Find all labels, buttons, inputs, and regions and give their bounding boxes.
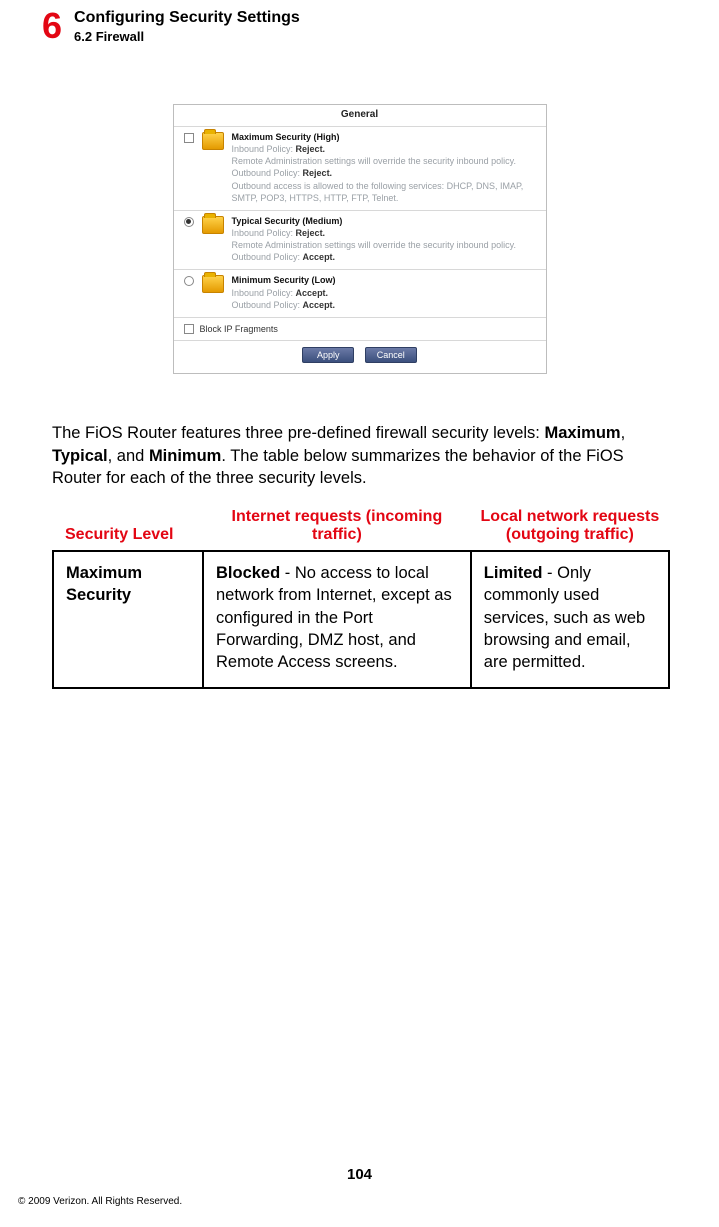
bold-typical: Typical	[52, 447, 108, 465]
value-outbound: Reject.	[303, 168, 333, 178]
option-title: Minimum Security (Low)	[232, 274, 536, 286]
body-paragraph: The FiOS Router features three pre-defin…	[0, 374, 719, 490]
bold-maximum: Maximum	[544, 424, 620, 442]
folder-icon	[202, 216, 224, 234]
copyright: © 2009 Verizon. All Rights Reserved.	[18, 1196, 182, 1207]
value-inbound: Reject.	[296, 144, 326, 154]
option-title: Maximum Security (High)	[232, 131, 536, 143]
option-body: Typical Security (Medium) Inbound Policy…	[232, 215, 536, 264]
text: , and	[108, 447, 149, 465]
label-inbound: Inbound Policy:	[232, 144, 296, 154]
security-levels-table: Security Level Internet requests (incomi…	[52, 508, 670, 689]
note-remote-admin: Remote Administration settings will over…	[232, 155, 536, 167]
label-outbound: Outbound Policy:	[232, 300, 303, 310]
radio-minimum[interactable]	[184, 276, 194, 286]
firewall-settings-panel: General Maximum Security (High) Inbound …	[173, 104, 547, 374]
option-body: Minimum Security (Low) Inbound Policy: A…	[232, 274, 536, 310]
bold-limited: Limited	[484, 564, 543, 582]
table-row: Maximum Security Blocked - No access to …	[53, 551, 669, 688]
table-header-row: Security Level Internet requests (incomi…	[53, 508, 669, 551]
security-option-minimum[interactable]: Minimum Security (Low) Inbound Policy: A…	[174, 269, 546, 316]
value-inbound: Reject.	[296, 228, 326, 238]
panel-tab-general: General	[174, 105, 546, 126]
label-block-ip: Block IP Fragments	[200, 324, 278, 334]
cancel-button[interactable]: Cancel	[365, 347, 417, 363]
label-outbound: Outbound Policy:	[232, 252, 303, 262]
header-security-level: Security Level	[53, 508, 203, 551]
option-title: Typical Security (Medium)	[232, 215, 536, 227]
chapter-number: 6	[42, 8, 62, 44]
header-incoming: Internet requests (incoming traffic)	[203, 508, 471, 551]
chapter-title: Configuring Security Settings	[74, 9, 300, 27]
text: The FiOS Router features three pre-defin…	[52, 424, 544, 442]
header-text: Configuring Security Settings 6.2 Firewa…	[74, 8, 300, 44]
apply-button[interactable]: Apply	[302, 347, 354, 363]
value-inbound: Accept.	[296, 288, 329, 298]
page-number: 104	[0, 1166, 719, 1183]
checkbox-block-ip[interactable]	[184, 324, 194, 334]
option-body: Maximum Security (High) Inbound Policy: …	[232, 131, 536, 204]
text: ,	[621, 424, 626, 442]
label-inbound: Inbound Policy:	[232, 228, 296, 238]
value-outbound: Accept.	[303, 300, 336, 310]
bold-minimum: Minimum	[149, 447, 221, 465]
note-remote-admin: Remote Administration settings will over…	[232, 239, 536, 251]
label-inbound: Inbound Policy:	[232, 288, 296, 298]
page-header: 6 Configuring Security Settings 6.2 Fire…	[0, 0, 719, 44]
bold-blocked: Blocked	[216, 564, 280, 582]
folder-icon	[202, 275, 224, 293]
note-outbound-services: Outbound access is allowed to the follow…	[232, 180, 536, 204]
block-ip-fragments-row[interactable]: Block IP Fragments	[174, 317, 546, 340]
cell-outgoing: Limited - Only commonly used services, s…	[471, 551, 669, 688]
text-dmz: DMZ	[308, 631, 344, 649]
label-outbound: Outbound Policy:	[232, 168, 303, 178]
header-outgoing: Local network requests (outgoing traffic…	[471, 508, 669, 551]
folder-icon	[202, 132, 224, 150]
radio-maximum[interactable]	[184, 133, 194, 143]
cell-level: Maximum Security	[53, 551, 203, 688]
radio-typical[interactable]	[184, 217, 194, 227]
value-outbound: Accept.	[303, 252, 336, 262]
button-row: Apply Cancel	[174, 340, 546, 373]
cell-incoming: Blocked - No access to local network fro…	[203, 551, 471, 688]
section-number: 6.2 Firewall	[74, 29, 300, 44]
security-option-maximum[interactable]: Maximum Security (High) Inbound Policy: …	[174, 126, 546, 210]
security-option-typical[interactable]: Typical Security (Medium) Inbound Policy…	[174, 210, 546, 270]
